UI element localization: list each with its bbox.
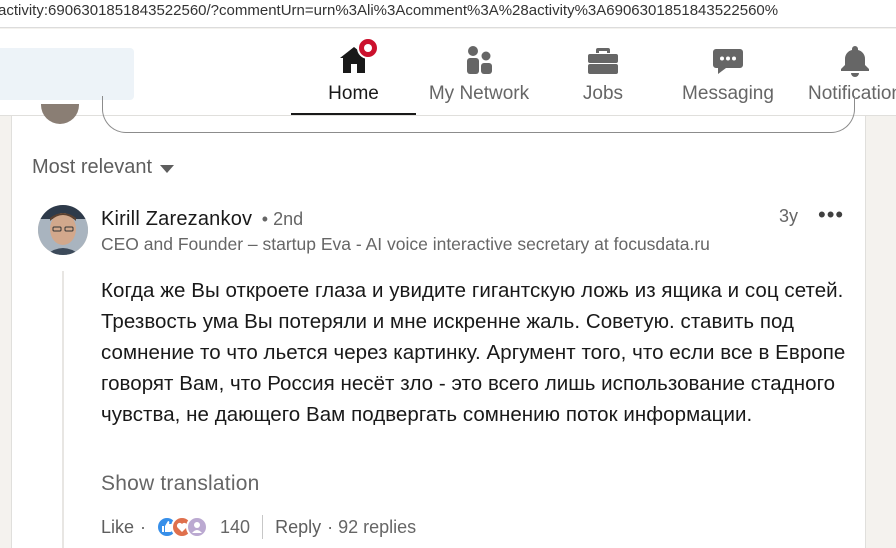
sort-dropdown[interactable]: Most relevant [32, 156, 175, 179]
comments-card: Most relevant Kirill Zarezankov • 2nd CE… [11, 96, 866, 548]
comment-author[interactable]: Kirill Zarezankov • 2nd [101, 208, 303, 231]
add-comment-input[interactable] [102, 96, 855, 133]
like-button[interactable]: Like [101, 517, 134, 538]
briefcase-icon [586, 43, 620, 77]
network-icon [462, 43, 496, 77]
replies-count[interactable]: · 92 replies [327, 517, 416, 538]
comment-actions: Like · 140 Reply · 92 replies [101, 514, 416, 540]
more-options-button[interactable]: ••• [818, 202, 844, 228]
action-divider [262, 515, 264, 539]
author-name[interactable]: Kirill Zarezankov [101, 208, 252, 230]
support-icon [186, 516, 209, 538]
messaging-icon [711, 43, 745, 77]
author-headline: CEO and Founder – startup Eva - AI voice… [101, 234, 710, 254]
search-input[interactable] [0, 48, 134, 100]
notification-badge [356, 37, 379, 59]
avatar[interactable] [38, 205, 88, 255]
comment-text: Когда же Вы откроете глаза и увидите гиг… [101, 279, 846, 426]
my-avatar [41, 104, 79, 124]
connection-degree: • 2nd [261, 209, 304, 229]
sort-label: Most relevant [32, 156, 153, 178]
url-text: activity:6906301851843522560/?commentUrn… [0, 2, 779, 19]
separator-dot: · [140, 516, 147, 537]
thread-line [62, 271, 64, 548]
reactions[interactable] [156, 516, 209, 538]
comment-timestamp: 3y [779, 206, 799, 226]
reaction-count[interactable]: 140 [220, 517, 250, 538]
show-translation-button[interactable]: Show translation [101, 472, 259, 496]
address-bar[interactable]: activity:6906301851843522560/?commentUrn… [0, 0, 896, 28]
reply-button[interactable]: Reply [275, 517, 321, 538]
bell-icon [838, 43, 872, 77]
caret-down-icon [160, 164, 175, 173]
home-icon [337, 37, 379, 77]
